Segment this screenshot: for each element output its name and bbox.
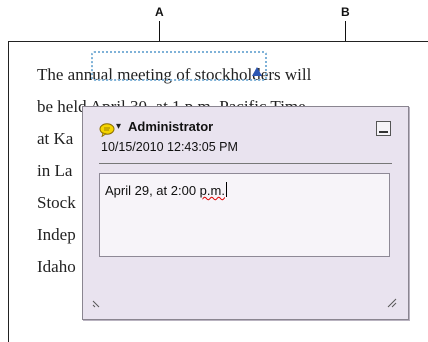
- note-timestamp: 10/15/2010 12:43:05 PM: [101, 140, 238, 154]
- resize-handle-icon[interactable]: [91, 297, 103, 309]
- comment-popup[interactable]: ▾ Administrator 10/15/2010 12:43:05 PM A…: [82, 106, 409, 320]
- document-line-3: at Ka: [37, 129, 74, 148]
- callout-label-b: B: [341, 5, 350, 19]
- note-text-content: April 29, at 2:00: [105, 183, 200, 198]
- document-line-5: Stock: [37, 193, 76, 212]
- note-author: Administrator: [128, 119, 214, 134]
- note-text: April 29, at 2:00 p.m.: [105, 182, 227, 198]
- divider: [99, 163, 392, 164]
- document-line-4: in La: [37, 161, 73, 180]
- note-text-area[interactable]: April 29, at 2:00 p.m.: [99, 173, 390, 257]
- speech-bubble-icon[interactable]: [99, 123, 115, 137]
- minimize-button[interactable]: [376, 121, 391, 136]
- callout-label-a: A: [155, 5, 164, 19]
- document-line-7: Idaho: [37, 257, 76, 276]
- text-cursor: [225, 182, 227, 197]
- resize-grip-icon[interactable]: [386, 297, 398, 309]
- document-line-6: Indep: [37, 225, 76, 244]
- insert-caret-icon[interactable]: [252, 67, 262, 76]
- misspelled-word: p.m.: [199, 183, 225, 198]
- options-dropdown-icon[interactable]: ▾: [116, 121, 121, 132]
- annotation-highlight[interactable]: [91, 51, 267, 81]
